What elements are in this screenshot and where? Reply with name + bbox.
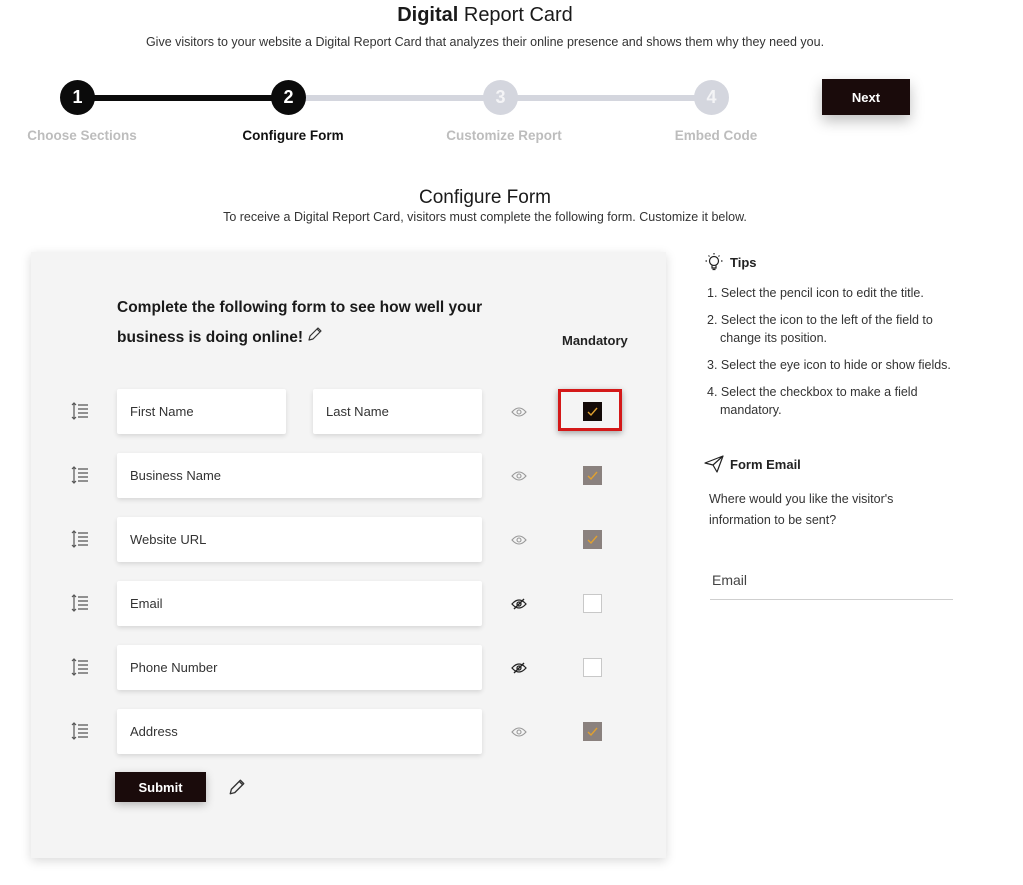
step-4-label[interactable]: Embed Code xyxy=(636,128,796,143)
tip-item: 4. Select the checkbox to make a field m… xyxy=(707,385,918,417)
eye-icon[interactable] xyxy=(511,469,527,481)
eye-slash-icon[interactable] xyxy=(511,597,527,610)
step-2-circle[interactable]: 2 xyxy=(271,80,306,115)
eye-icon[interactable] xyxy=(511,533,527,545)
eye-slash-icon[interactable] xyxy=(511,661,527,674)
edit-title-pencil-icon[interactable] xyxy=(307,323,323,353)
form-heading-text: Complete the following form to see how w… xyxy=(117,299,483,347)
step-2-label[interactable]: Configure Form xyxy=(213,128,373,143)
phone-number-field[interactable]: Phone Number xyxy=(117,645,482,690)
step-3-label[interactable]: Customize Report xyxy=(424,128,584,143)
tips-list: 1. Select the pencil icon to edit the ti… xyxy=(707,284,957,428)
step-1-circle[interactable]: 1 xyxy=(60,80,95,115)
drag-handle-icon[interactable] xyxy=(70,466,90,484)
edit-submit-pencil-icon[interactable] xyxy=(228,778,246,801)
mandatory-checkbox[interactable] xyxy=(583,658,602,677)
step-4-circle[interactable]: 4 xyxy=(694,80,729,115)
tip-item: 1. Select the pencil icon to edit the ti… xyxy=(707,286,924,300)
email-field[interactable]: Email xyxy=(117,581,482,626)
paper-plane-icon xyxy=(704,455,724,473)
recipient-email-input[interactable] xyxy=(710,560,953,600)
section-title: Configure Form xyxy=(419,187,551,208)
mandatory-checkbox[interactable] xyxy=(583,594,602,613)
mandatory-checkbox[interactable] xyxy=(583,530,602,549)
tips-header: Tips xyxy=(704,252,757,272)
drag-handle-icon[interactable] xyxy=(70,402,90,420)
website-url-field[interactable]: Website URL xyxy=(117,517,482,562)
tip-item: 2. Select the icon to the left of the fi… xyxy=(707,313,933,345)
stepper-progress-complete xyxy=(78,95,290,101)
lightbulb-icon xyxy=(704,252,724,272)
form-email-header: Form Email xyxy=(704,455,801,473)
form-email-title: Form Email xyxy=(730,456,801,472)
eye-icon[interactable] xyxy=(511,725,527,737)
highlighted-checkbox-outline xyxy=(558,389,622,431)
drag-handle-icon[interactable] xyxy=(70,722,90,740)
drag-handle-icon[interactable] xyxy=(70,658,90,676)
step-1-label[interactable]: Choose Sections xyxy=(2,128,162,143)
first-name-field[interactable]: First Name xyxy=(117,389,286,434)
eye-icon[interactable] xyxy=(511,405,527,417)
step-3-circle[interactable]: 3 xyxy=(483,80,518,115)
mandatory-checkbox[interactable] xyxy=(583,722,602,741)
last-name-field[interactable]: Last Name xyxy=(313,389,482,434)
mandatory-column-label: Mandatory xyxy=(562,333,628,348)
tips-title: Tips xyxy=(730,254,757,270)
form-email-description: Where would you like the visitor's infor… xyxy=(709,492,894,527)
drag-handle-icon[interactable] xyxy=(70,530,90,548)
drag-handle-icon[interactable] xyxy=(70,594,90,612)
section-subtitle: To receive a Digital Report Card, visito… xyxy=(223,210,747,224)
next-button[interactable]: Next xyxy=(822,79,910,115)
tip-item: 3. Select the eye icon to hide or show f… xyxy=(707,358,951,372)
address-field[interactable]: Address xyxy=(117,709,482,754)
page-title: Digital Report Card xyxy=(397,4,573,26)
submit-button[interactable]: Submit xyxy=(115,772,206,802)
page-subtitle: Give visitors to your website a Digital … xyxy=(145,35,825,49)
form-heading: Complete the following form to see how w… xyxy=(117,293,517,353)
mandatory-checkbox[interactable] xyxy=(583,466,602,485)
business-name-field[interactable]: Business Name xyxy=(117,453,482,498)
